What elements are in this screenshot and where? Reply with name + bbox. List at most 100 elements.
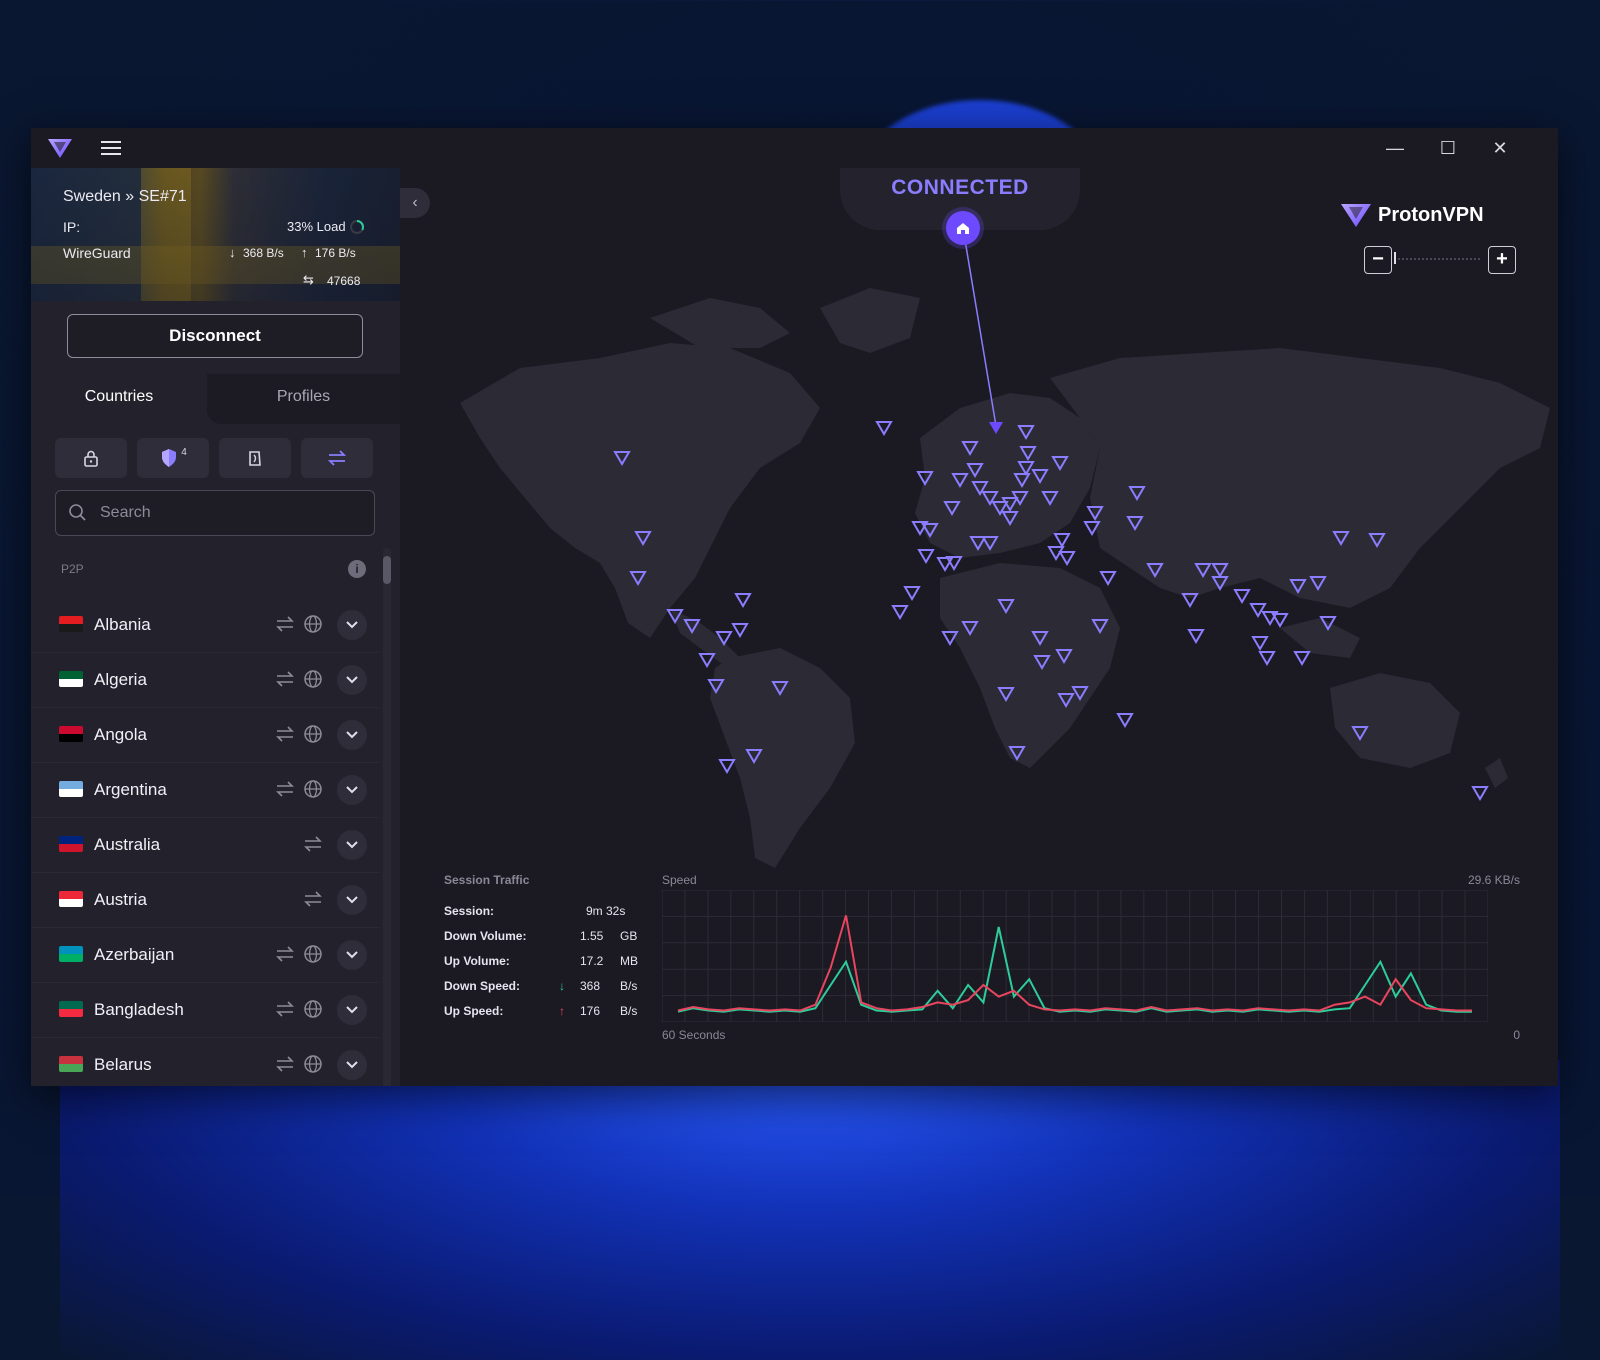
server-load: 33% Load (287, 219, 346, 234)
down-rate: 368 B/s (243, 246, 284, 260)
scrollbar-thumb[interactable] (383, 556, 391, 584)
port-icon: ⇆ (303, 272, 314, 287)
home-icon (957, 223, 969, 234)
p2p-filter-button[interactable] (301, 438, 373, 478)
p2p-icon[interactable] (274, 943, 296, 965)
country-name: Belarus (94, 1055, 152, 1074)
zoom-out-button[interactable]: − (1364, 246, 1392, 274)
server-marker-icon[interactable] (1251, 636, 1269, 651)
server-marker-icon[interactable] (1258, 651, 1276, 666)
session-stat-label: Session: (444, 904, 495, 918)
zoom-in-button[interactable]: + (1488, 246, 1516, 274)
p2p-icon[interactable] (274, 778, 296, 800)
chevron-down-icon[interactable] (337, 885, 367, 915)
chevron-down-icon[interactable] (337, 995, 367, 1025)
chevron-down-icon[interactable] (337, 1050, 367, 1080)
secure-core-button[interactable] (55, 438, 127, 478)
server-marker-icon[interactable] (718, 759, 736, 774)
country-row[interactable]: Austria (31, 873, 379, 928)
session-stat-label: Down Speed: (444, 979, 521, 993)
server-marker-icon[interactable] (698, 653, 716, 668)
country-row[interactable]: Argentina (31, 763, 379, 818)
flag-icon (59, 616, 83, 632)
server-marker-icon[interactable] (1053, 533, 1071, 548)
server-marker-icon[interactable] (936, 557, 954, 572)
hamburger-icon[interactable] (101, 138, 121, 156)
chevron-down-icon[interactable] (337, 665, 367, 695)
search-input[interactable] (98, 497, 362, 529)
globe-icon[interactable] (302, 668, 324, 690)
globe-icon[interactable] (302, 723, 324, 745)
server-marker-icon[interactable] (734, 593, 752, 608)
session-stat-label: Down Volume: (444, 929, 527, 943)
p2p-icon[interactable] (274, 1053, 296, 1075)
server-marker-icon[interactable] (1116, 713, 1134, 728)
search-icon (69, 504, 86, 521)
p2p-icon[interactable] (274, 613, 296, 635)
protocol: WireGuard (63, 245, 131, 261)
collapse-sidebar-button[interactable]: ‹ (400, 188, 430, 218)
server-marker-icon[interactable] (1293, 651, 1311, 666)
info-icon[interactable]: i (348, 560, 366, 578)
server-marker-icon[interactable] (1187, 629, 1205, 644)
chevron-down-icon[interactable] (337, 610, 367, 640)
minimize-icon[interactable]: — (1382, 136, 1408, 160)
country-row[interactable]: Angola (31, 708, 379, 763)
country-name: Australia (94, 835, 161, 854)
tor-button[interactable] (219, 438, 291, 478)
country-row[interactable]: Azerbaijan (31, 928, 379, 983)
tab-countries[interactable]: Countries (31, 374, 207, 424)
country-row[interactable]: Bangladesh (31, 983, 379, 1038)
country-list: Albania Algeria Angola Argentina Australia Au… (31, 598, 379, 1086)
p2p-icon[interactable] (302, 833, 324, 855)
globe-icon[interactable] (302, 778, 324, 800)
server-marker-icon[interactable] (1249, 603, 1267, 618)
chevron-down-icon[interactable] (337, 830, 367, 860)
chevron-down-icon[interactable] (337, 775, 367, 805)
server-marker-icon[interactable] (1233, 589, 1251, 604)
map-area: ‹ CONNECTED ProtonVPN − + Session Traffi… (400, 168, 1558, 1086)
shield-icon (162, 449, 177, 467)
globe-icon[interactable] (302, 1053, 324, 1075)
session-stat-unit: B/s (620, 1004, 638, 1018)
tab-profiles[interactable]: Profiles (207, 374, 400, 424)
down-arrow-icon: ↓ (229, 245, 236, 260)
zoom-track (1394, 258, 1480, 262)
netshield-count: 4 (181, 446, 187, 458)
server-marker-icon[interactable] (875, 421, 893, 436)
search-box (55, 490, 375, 536)
server-marker-icon[interactable] (731, 623, 749, 638)
netshield-button[interactable]: 4 (137, 438, 209, 478)
flag-icon (59, 781, 83, 797)
p2p-icon[interactable] (274, 998, 296, 1020)
flag-icon (59, 726, 83, 742)
server-marker-icon[interactable] (1058, 551, 1076, 566)
country-row[interactable]: Algeria (31, 653, 379, 708)
server-marker-icon[interactable] (1471, 786, 1489, 801)
close-icon[interactable]: ✕ (1487, 136, 1513, 160)
server-marker-icon[interactable] (917, 549, 935, 564)
p2p-icon[interactable] (302, 888, 324, 910)
globe-icon[interactable] (302, 998, 324, 1020)
globe-icon[interactable] (302, 613, 324, 635)
onion-icon (249, 451, 261, 466)
server-marker-icon[interactable] (1099, 571, 1117, 586)
zoom-slider[interactable] (1394, 252, 1396, 264)
chevron-down-icon[interactable] (337, 940, 367, 970)
p2p-icon[interactable] (274, 723, 296, 745)
disconnect-button[interactable]: Disconnect (67, 314, 363, 358)
maximize-icon[interactable]: ☐ (1435, 136, 1461, 160)
p2p-icon[interactable] (274, 668, 296, 690)
country-name: Algeria (94, 670, 147, 689)
protonvpn-logo-icon (48, 139, 72, 158)
server-marker-icon[interactable] (1271, 613, 1289, 628)
country-row[interactable]: Australia (31, 818, 379, 873)
globe-icon[interactable] (302, 943, 324, 965)
country-name: Angola (94, 725, 147, 744)
country-row[interactable]: Albania (31, 598, 379, 653)
chevron-down-icon[interactable] (337, 720, 367, 750)
home-pin-icon[interactable] (946, 211, 980, 245)
server-marker-icon[interactable] (903, 586, 921, 601)
country-row[interactable]: Belarus (31, 1038, 379, 1086)
server-marker-icon[interactable] (891, 605, 909, 620)
